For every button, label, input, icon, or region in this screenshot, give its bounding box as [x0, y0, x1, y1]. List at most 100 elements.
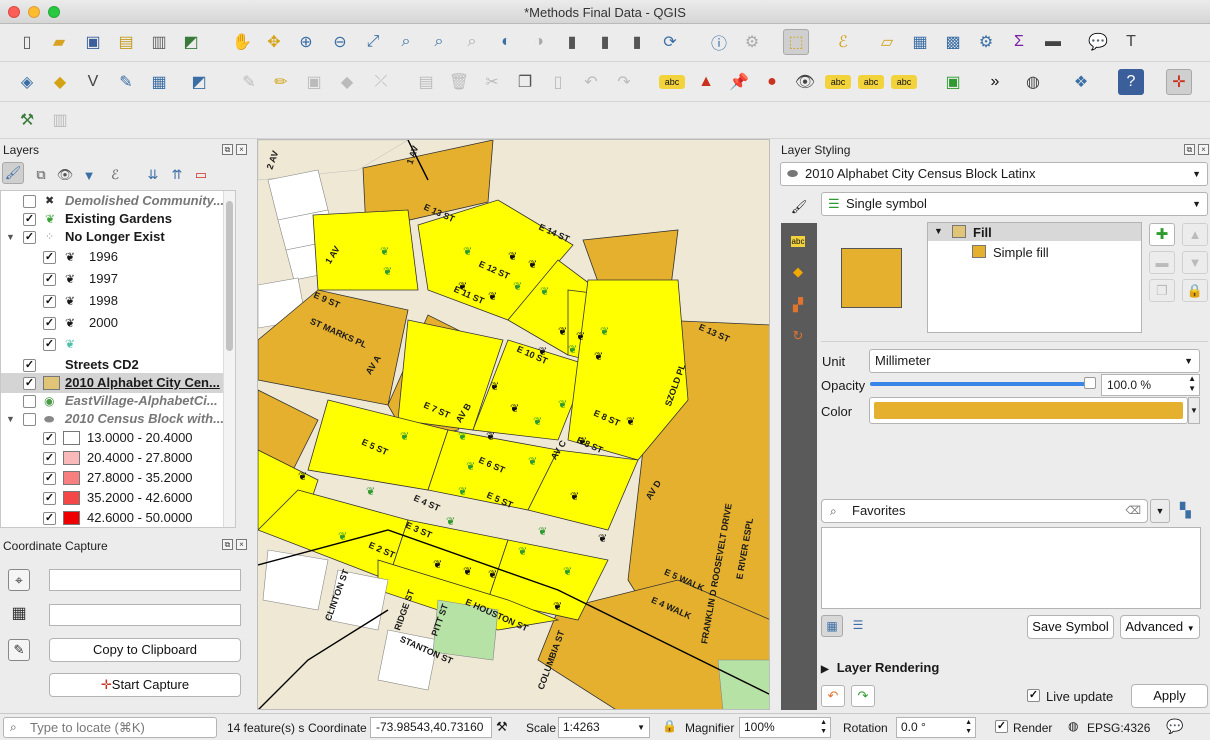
save-edits-icon[interactable]: ▣ — [301, 69, 327, 95]
new-bookmark-icon[interactable]: ▮ — [559, 29, 585, 55]
undo-icon[interactable]: ↶ — [578, 69, 604, 95]
open-project-icon[interactable]: ▰ — [46, 29, 72, 55]
garden-marker[interactable]: ❦ — [600, 325, 609, 338]
expand-arrow-icon[interactable]: ▼ — [6, 409, 15, 429]
remove-symbol-layer-button[interactable]: ▬ — [1149, 251, 1175, 274]
start-capture-button[interactable]: ✛Start Capture — [49, 673, 241, 697]
lock-scale-icon[interactable]: 🔒 — [662, 719, 677, 733]
garden-marker[interactable]: ❦ — [626, 415, 635, 428]
show-bookmarks-icon[interactable]: ▮ — [592, 29, 618, 55]
move-up-icon[interactable]: ▲ — [1182, 223, 1208, 246]
garden-marker[interactable]: ❦ — [578, 435, 587, 448]
apply-button[interactable]: Apply — [1131, 684, 1208, 708]
legend-class[interactable]: ✓ 20.4000 - 27.8000 — [1, 448, 235, 468]
close-panel-icon[interactable]: × — [236, 539, 247, 550]
new-shapefile-icon[interactable]: ✎ — [113, 69, 139, 95]
pin-labels-icon[interactable]: 📌 — [726, 69, 752, 95]
rotate-label-icon[interactable]: abc — [858, 75, 884, 89]
garden-marker[interactable]: ❦ — [540, 285, 549, 298]
filter-expression-icon[interactable]: ℰ — [102, 162, 128, 188]
map-canvas[interactable]: E 13 ST E 14 ST E 12 ST E 11 ST 1 AV E 9… — [257, 139, 770, 710]
garden-marker[interactable]: ❦ — [466, 460, 475, 473]
crosshair-tool-icon[interactable]: ✛ — [1166, 69, 1192, 95]
garden-marker[interactable]: ❦ — [568, 343, 577, 356]
move-down-icon[interactable]: ▼ — [1182, 251, 1208, 274]
collapse-all-icon[interactable]: ⇈ — [164, 162, 190, 188]
attribute-table-icon[interactable]: ▦ — [907, 29, 933, 55]
toggle-extents-icon[interactable]: ⚒ — [496, 719, 508, 735]
garden-marker[interactable]: ❦ — [538, 525, 547, 538]
globe-plugin-icon[interactable]: ◍ — [1020, 69, 1046, 95]
garden-marker[interactable]: ❦ — [528, 455, 537, 468]
map-tips-icon[interactable]: 💬 — [1085, 29, 1111, 55]
layer-checkbox[interactable] — [23, 195, 36, 208]
color-button[interactable] — [869, 397, 1188, 424]
layer-checkbox[interactable]: ✓ — [23, 359, 36, 372]
add-symbol-layer-button[interactable]: ✚ — [1149, 223, 1175, 246]
3d-view-tab-icon[interactable]: ◆ — [783, 259, 813, 285]
garden-marker[interactable]: ❦ — [553, 600, 562, 613]
change-label-icon[interactable]: abc — [891, 75, 917, 89]
layer-checkbox[interactable] — [23, 413, 36, 426]
garden-marker[interactable]: ❦ — [576, 330, 585, 343]
float-panel-icon[interactable]: ⧉ — [222, 539, 233, 550]
layer-checkbox[interactable]: ✓ — [23, 377, 36, 390]
advanced-button[interactable]: Advanced ▼ — [1120, 615, 1200, 639]
garden-marker[interactable]: ❦ — [463, 565, 472, 578]
track-mouse-icon[interactable]: ✎ — [8, 639, 30, 661]
garden-marker[interactable]: ❦ — [366, 485, 375, 498]
garden-marker[interactable]: ❦ — [400, 430, 409, 443]
expand-arrow-icon[interactable]: ▶ — [821, 664, 829, 675]
legend-checkbox[interactable]: ✓ — [43, 492, 56, 505]
layer-item[interactable]: ✓ ❦ 1998 — [1, 291, 235, 311]
symbol-tree-fill-row[interactable]: ▼ Fill — [928, 223, 1141, 241]
show-hide-labels-icon[interactable]: 👁 — [792, 69, 818, 95]
zoom-selection-icon[interactable]: ⌕ — [393, 29, 419, 55]
help-icon[interactable]: ? — [1118, 69, 1144, 95]
garden-marker[interactable]: ❦ — [508, 250, 517, 263]
crosshair-icon[interactable]: ⌖ — [8, 569, 30, 591]
text-annotation-icon[interactable]: T — [1118, 29, 1144, 55]
layer-group[interactable]: ▼ ✓ ⁘ No Longer Exist — [1, 227, 235, 247]
legend-checkbox[interactable]: ✓ — [43, 512, 56, 525]
measure-line-icon[interactable]: ▬ — [1040, 29, 1066, 55]
garden-marker[interactable]: ❦ — [528, 258, 537, 271]
pan-to-selection-icon[interactable]: ✥ — [261, 29, 287, 55]
save-symbol-button[interactable]: Save Symbol — [1027, 615, 1114, 639]
opacity-handle[interactable] — [1084, 377, 1096, 389]
identify-features-icon[interactable]: ⓘ — [706, 29, 732, 55]
opacity-spinbox[interactable]: 100.0 % ▲ ▼ — [1101, 374, 1200, 396]
save-project-icon[interactable]: ▣ — [80, 29, 106, 55]
crs-globe-icon[interactable]: ◍ — [1068, 719, 1078, 733]
garden-marker[interactable]: ❦ — [298, 470, 307, 483]
garden-marker[interactable]: ❦ — [486, 430, 495, 443]
manage-visibility-icon[interactable]: 👁 — [52, 162, 78, 188]
garden-marker[interactable]: ❦ — [463, 245, 472, 258]
garden-marker[interactable]: ❦ — [383, 265, 392, 278]
garden-marker[interactable]: ❦ — [458, 430, 467, 443]
garden-marker[interactable]: ❦ — [338, 530, 347, 543]
close-panel-icon[interactable]: × — [236, 144, 247, 155]
scale-combobox[interactable]: 1:4263 ▼ — [558, 717, 650, 738]
expand-arrow-icon[interactable]: ▼ — [6, 227, 15, 247]
garden-marker[interactable]: ❦ — [488, 290, 497, 303]
renderer-dropdown[interactable]: ☰ Single symbol ▼ — [821, 192, 1208, 216]
garden-marker[interactable]: ❦ — [513, 280, 522, 293]
pan-map-icon[interactable]: ✋ — [229, 29, 255, 55]
symbol-list[interactable] — [821, 527, 1201, 609]
duplicate-layer-icon[interactable]: ❐ — [1149, 279, 1175, 302]
add-vector-layer-icon[interactable]: ◆ — [47, 69, 73, 95]
refresh-icon[interactable]: ⟳ — [657, 29, 683, 55]
opacity-slider[interactable] — [870, 377, 1096, 389]
messages-icon[interactable]: 💬 — [1166, 718, 1183, 735]
render-checkbox[interactable]: ✓ — [995, 720, 1008, 733]
layer-checkbox[interactable]: ✓ — [43, 317, 56, 330]
garden-marker[interactable]: ❦ — [533, 415, 542, 428]
symbology-tab-icon[interactable]: 🖌 — [781, 194, 817, 220]
zoom-full-icon[interactable]: ⤢ — [360, 29, 386, 55]
legend-class[interactable]: ✓ 42.6000 - 50.0000 — [1, 508, 235, 527]
garden-marker[interactable]: ❦ — [488, 568, 497, 581]
layer-item[interactable]: ✓ ❦ — [1, 334, 235, 354]
legend-class[interactable]: ✓ 27.8000 - 35.2000 — [1, 468, 235, 488]
current-edits-icon[interactable]: ✎ — [236, 69, 262, 95]
